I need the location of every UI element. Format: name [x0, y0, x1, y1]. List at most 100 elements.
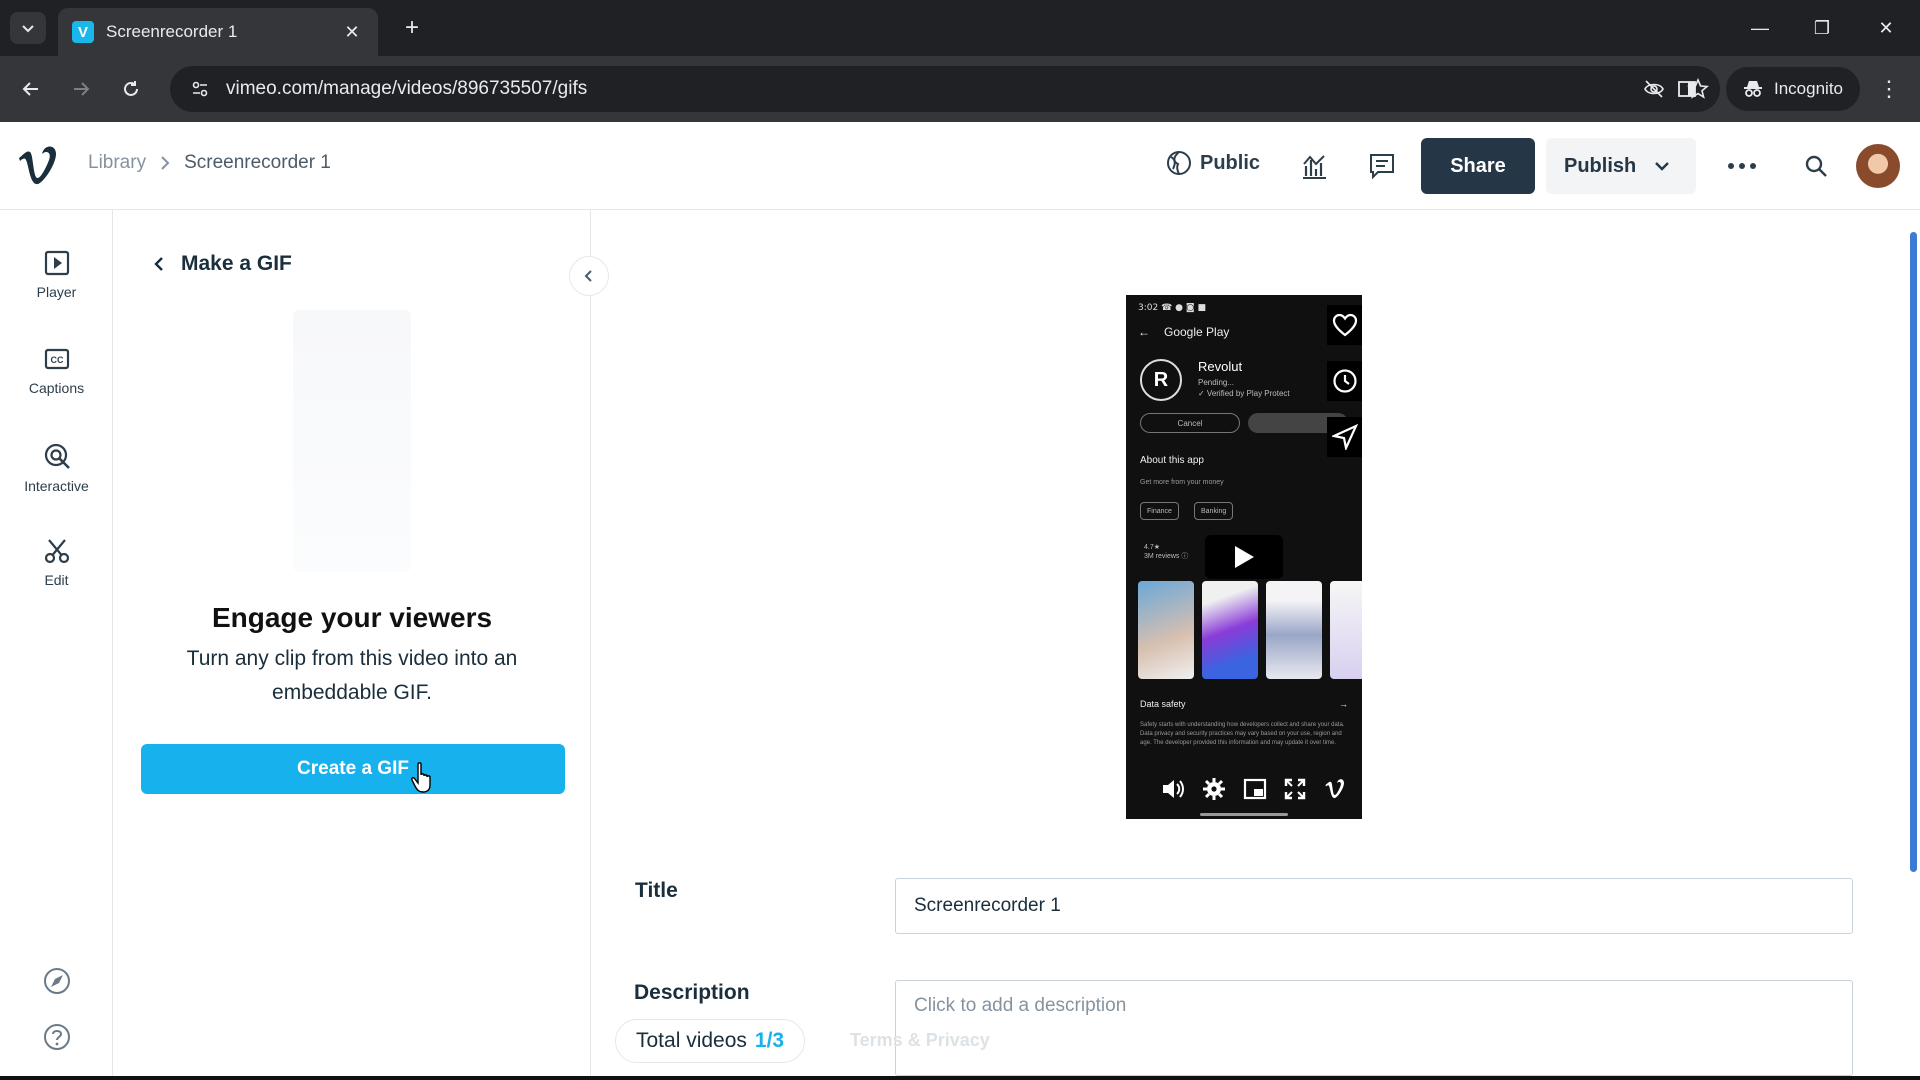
app-header: Library Screenrecorder 1 Public Share Pu…: [0, 122, 1920, 210]
category-chip: Finance: [1140, 502, 1179, 520]
screenshot-thumbnail: [1138, 581, 1194, 679]
help-icon[interactable]: [40, 1020, 74, 1054]
comments-button[interactable]: [1364, 148, 1400, 184]
reload-button[interactable]: [114, 72, 148, 106]
site-settings-icon[interactable]: [180, 79, 220, 99]
editor-sidebar: Player CC Captions Interactive Edit: [0, 210, 113, 1080]
vimeo-favicon-icon: V: [72, 21, 94, 43]
sidebar-item-player[interactable]: Player: [0, 250, 113, 300]
tab-title: Screenrecorder 1: [106, 22, 238, 41]
sidebar-item-edit[interactable]: Edit: [0, 538, 113, 588]
close-window-button[interactable]: ✕: [1866, 10, 1906, 46]
scissors-icon: [44, 539, 69, 564]
search-button[interactable]: [1798, 148, 1834, 184]
url-text[interactable]: vimeo.com/manage/videos/896735507/gifs: [226, 78, 1632, 100]
arrow-left-icon: ←: [1138, 325, 1150, 339]
about-heading: About this app: [1140, 455, 1204, 466]
title-label: Title: [635, 879, 678, 902]
vimeo-logo-icon[interactable]: [1323, 778, 1347, 800]
minimize-button[interactable]: —: [1740, 10, 1780, 46]
collapse-panel-button[interactable]: [569, 256, 609, 296]
breadcrumb: Library Screenrecorder 1: [88, 152, 331, 174]
arrow-right-icon: →: [1339, 699, 1348, 709]
app-verified-text: ✓ Verified by Play Protect: [1198, 389, 1290, 398]
description-label: Description: [634, 981, 750, 1004]
browser-menu-icon[interactable]: ⋮: [1872, 72, 1906, 106]
breadcrumb-current: Screenrecorder 1: [184, 152, 331, 173]
side-panel-icon[interactable]: [1670, 72, 1704, 106]
hand-cursor-icon: [411, 762, 431, 793]
chevron-right-icon: [161, 156, 170, 170]
total-videos-count: 1/3: [754, 1029, 785, 1052]
screenshot-thumbnail: [1202, 581, 1258, 679]
back-button[interactable]: [14, 72, 48, 106]
total-videos-indicator[interactable]: Total videos 1/3: [615, 1019, 806, 1063]
analytics-button[interactable]: [1296, 148, 1332, 184]
app-icon: R: [1140, 359, 1182, 401]
address-bar[interactable]: vimeo.com/manage/videos/896735507/gifs: [170, 66, 1720, 112]
more-options-button[interactable]: [1724, 148, 1760, 184]
data-safety-heading: Data safety →: [1140, 699, 1348, 709]
volume-icon[interactable]: [1161, 778, 1185, 800]
restore-button[interactable]: ❐: [1802, 10, 1842, 46]
terms-link[interactable]: Terms & Privacy: [850, 1030, 990, 1051]
clock-icon: [1333, 369, 1357, 393]
share-button[interactable]: Share: [1421, 138, 1535, 194]
app-rating: 4.7★ 3M reviews ⓘ: [1144, 543, 1188, 561]
video-player[interactable]: 3:02 ☎ ● ◙ ■ ← Google Play R Revolut Pen…: [1126, 295, 1362, 819]
sidebar-item-label: Interactive: [24, 478, 89, 494]
category-chip: Banking: [1194, 502, 1234, 520]
fullscreen-icon[interactable]: [1284, 778, 1306, 800]
tab-list-button[interactable]: [10, 12, 46, 44]
play-button[interactable]: [1205, 535, 1283, 579]
incognito-indicator[interactable]: Incognito: [1726, 67, 1860, 111]
panel-header[interactable]: Make a GIF: [153, 252, 292, 276]
sidebar-item-captions[interactable]: CC Captions: [0, 346, 113, 396]
globe-icon: [1167, 151, 1191, 175]
app-status-text: Pending...: [1198, 378, 1235, 387]
store-name: Google Play: [1164, 325, 1230, 339]
privacy-label: Public: [1200, 151, 1261, 174]
privacy-button[interactable]: Public: [1166, 150, 1260, 176]
sidebar-item-label: Player: [36, 284, 77, 300]
new-tab-button[interactable]: +: [398, 14, 426, 42]
app-name: Revolut: [1198, 359, 1243, 374]
cc-icon: CC: [44, 348, 69, 370]
user-avatar[interactable]: [1856, 144, 1900, 188]
vimeo-logo-icon[interactable]: [16, 144, 60, 188]
compass-icon[interactable]: [40, 964, 74, 998]
reload-icon: [124, 81, 138, 96]
heart-icon: [1332, 313, 1358, 337]
publish-button[interactable]: Publish: [1546, 138, 1696, 194]
picture-in-picture-icon[interactable]: [1243, 778, 1267, 800]
arrow-right-icon: [74, 82, 90, 96]
incognito-label: Incognito: [1774, 79, 1843, 98]
title-input[interactable]: Screenrecorder 1: [895, 878, 1853, 934]
description-input[interactable]: Click to add a description: [895, 980, 1853, 1076]
watch-later-button[interactable]: [1327, 361, 1362, 401]
screenshot-thumbnail: [1330, 581, 1362, 679]
tab-close-icon[interactable]: ✕: [340, 22, 364, 43]
chevron-left-icon: [154, 257, 163, 271]
incognito-icon: [1744, 81, 1762, 97]
scrollbar-thumb[interactable]: [1910, 232, 1917, 872]
app-status: Pending... ✓ Verified by Play Protect: [1198, 377, 1290, 399]
chevron-down-icon: [22, 25, 34, 33]
rating-value: 4.7★: [1144, 544, 1161, 551]
page-scrollbar[interactable]: [1907, 210, 1920, 1080]
like-button[interactable]: [1327, 305, 1362, 345]
share-video-button[interactable]: [1327, 417, 1362, 457]
sidebar-item-label: Edit: [44, 572, 69, 588]
screenshot-thumbnail: [1266, 581, 1322, 679]
forward-button[interactable]: [64, 72, 98, 106]
comment-icon: [1370, 154, 1394, 180]
create-gif-button[interactable]: Create a GIF: [141, 744, 565, 794]
sidebar-item-interactive[interactable]: Interactive: [0, 442, 113, 494]
breadcrumb-library[interactable]: Library: [88, 152, 146, 174]
browser-tab[interactable]: V Screenrecorder 1 ✕: [58, 8, 378, 56]
settings-gear-icon[interactable]: [1202, 777, 1226, 801]
browser-toolbar: vimeo.com/manage/videos/896735507/gifs I…: [0, 56, 1920, 122]
chevron-left-icon: [584, 270, 592, 282]
progress-bar[interactable]: [1200, 813, 1288, 816]
send-icon: [1332, 424, 1358, 450]
